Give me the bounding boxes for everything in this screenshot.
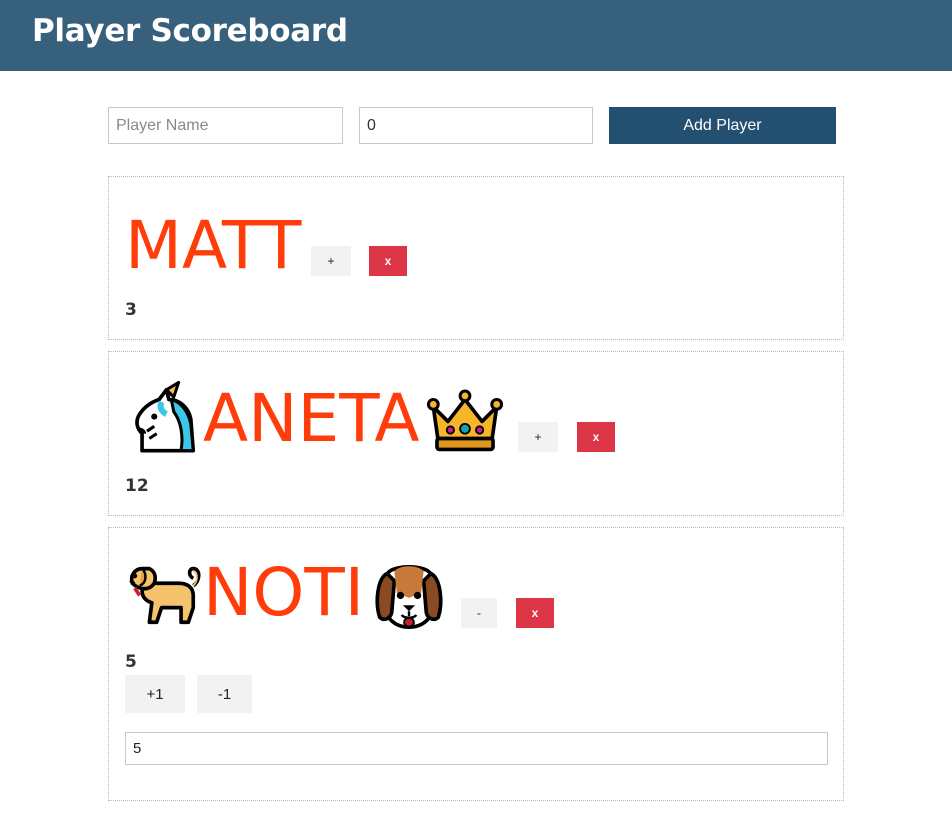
crown-icon <box>426 380 504 458</box>
toggle-controls-button[interactable]: + <box>311 246 351 276</box>
remove-player-button[interactable]: x <box>516 598 554 628</box>
player-name: NOTI <box>203 554 365 631</box>
player-name-row: NOTI <box>125 554 448 632</box>
player-name-row: ANETA <box>125 380 504 458</box>
player-name-input[interactable] <box>108 107 343 144</box>
add-player-button[interactable]: Add Player <box>609 107 836 144</box>
player-card: MATT + x 3 <box>108 176 844 340</box>
unicorn-icon <box>125 380 203 458</box>
increment-button[interactable]: +1 <box>125 675 185 713</box>
decrement-button[interactable]: -1 <box>197 675 252 713</box>
toggle-controls-button[interactable]: + <box>518 422 558 452</box>
app-header: Player Scoreboard <box>0 0 952 71</box>
player-name-row: MATT <box>125 213 301 279</box>
score-input[interactable] <box>125 732 828 765</box>
remove-player-button[interactable]: x <box>369 246 407 276</box>
player-card: ANETA + x 12 <box>108 351 844 516</box>
page-title: Player Scoreboard <box>32 13 348 49</box>
toggle-controls-button[interactable]: - <box>461 598 497 628</box>
dog-icon <box>125 554 203 632</box>
player-score: 3 <box>125 300 137 320</box>
dog-face-icon <box>370 554 448 632</box>
player-name: MATT <box>125 207 302 284</box>
player-name: ANETA <box>203 380 420 457</box>
player-card: NOTI - x 5 +1 -1 <box>108 527 844 801</box>
player-score: 12 <box>125 476 149 496</box>
initial-score-input[interactable] <box>359 107 593 144</box>
remove-player-button[interactable]: x <box>577 422 615 452</box>
player-score: 5 <box>125 652 137 672</box>
